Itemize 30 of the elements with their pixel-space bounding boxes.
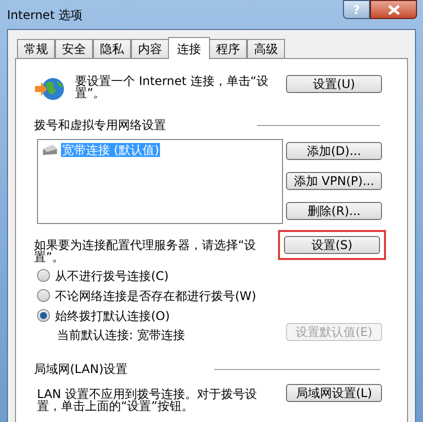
tab[interactable]: 安全 <box>55 39 93 58</box>
settings-button[interactable]: 设置(U) <box>286 75 382 93</box>
close-button[interactable] <box>370 0 417 19</box>
proxy-text: 如果要为连接配置代理服务器，请选择“设置”。 <box>34 237 258 263</box>
settings-button[interactable]: 设置(S) <box>284 236 380 254</box>
settings-button[interactable]: 添加 VPN(P)... <box>286 172 382 190</box>
section-heading: 局域网(LAN)设置 <box>34 361 128 378</box>
tab[interactable]: 隐私 <box>93 39 131 58</box>
tab[interactable]: 连接 <box>168 37 210 59</box>
radio-button[interactable] <box>37 269 50 282</box>
settings-button[interactable]: 删除(R)... <box>286 202 382 220</box>
radio-button[interactable] <box>37 289 50 302</box>
radio-label: 不论网络连接是否存在都进行拨号(W) <box>55 290 256 302</box>
settings-button[interactable]: 局域网设置(L) <box>286 384 382 402</box>
radio-button[interactable] <box>37 309 50 322</box>
lan-text: LAN 设置不应用到拨号连接。对于拨号设置，单击上面的“设置”按钮。 <box>37 386 258 412</box>
tab[interactable]: 程序 <box>209 39 247 58</box>
window-title: Internet 选项 <box>7 6 84 24</box>
radio-label: 始终拨打默认连接(O) <box>55 310 170 322</box>
tab[interactable]: 内容 <box>131 39 169 58</box>
current-default-text: 当前默认连接: 宽带连接 <box>57 327 185 344</box>
intro-text: 要设置一个 Internet 连接，单击“设置”。 <box>75 75 270 99</box>
modem-icon <box>41 143 59 157</box>
close-icon <box>388 4 400 14</box>
tab[interactable]: 高级 <box>247 39 285 58</box>
settings-button[interactable]: 添加(D)... <box>286 142 382 160</box>
radio-label: 从不进行拨号连接(C) <box>55 270 169 282</box>
section-heading: 拨号和虚拟专用网络设置 <box>34 117 166 134</box>
tab[interactable]: 常规 <box>17 39 55 58</box>
globe-icon <box>34 77 66 101</box>
